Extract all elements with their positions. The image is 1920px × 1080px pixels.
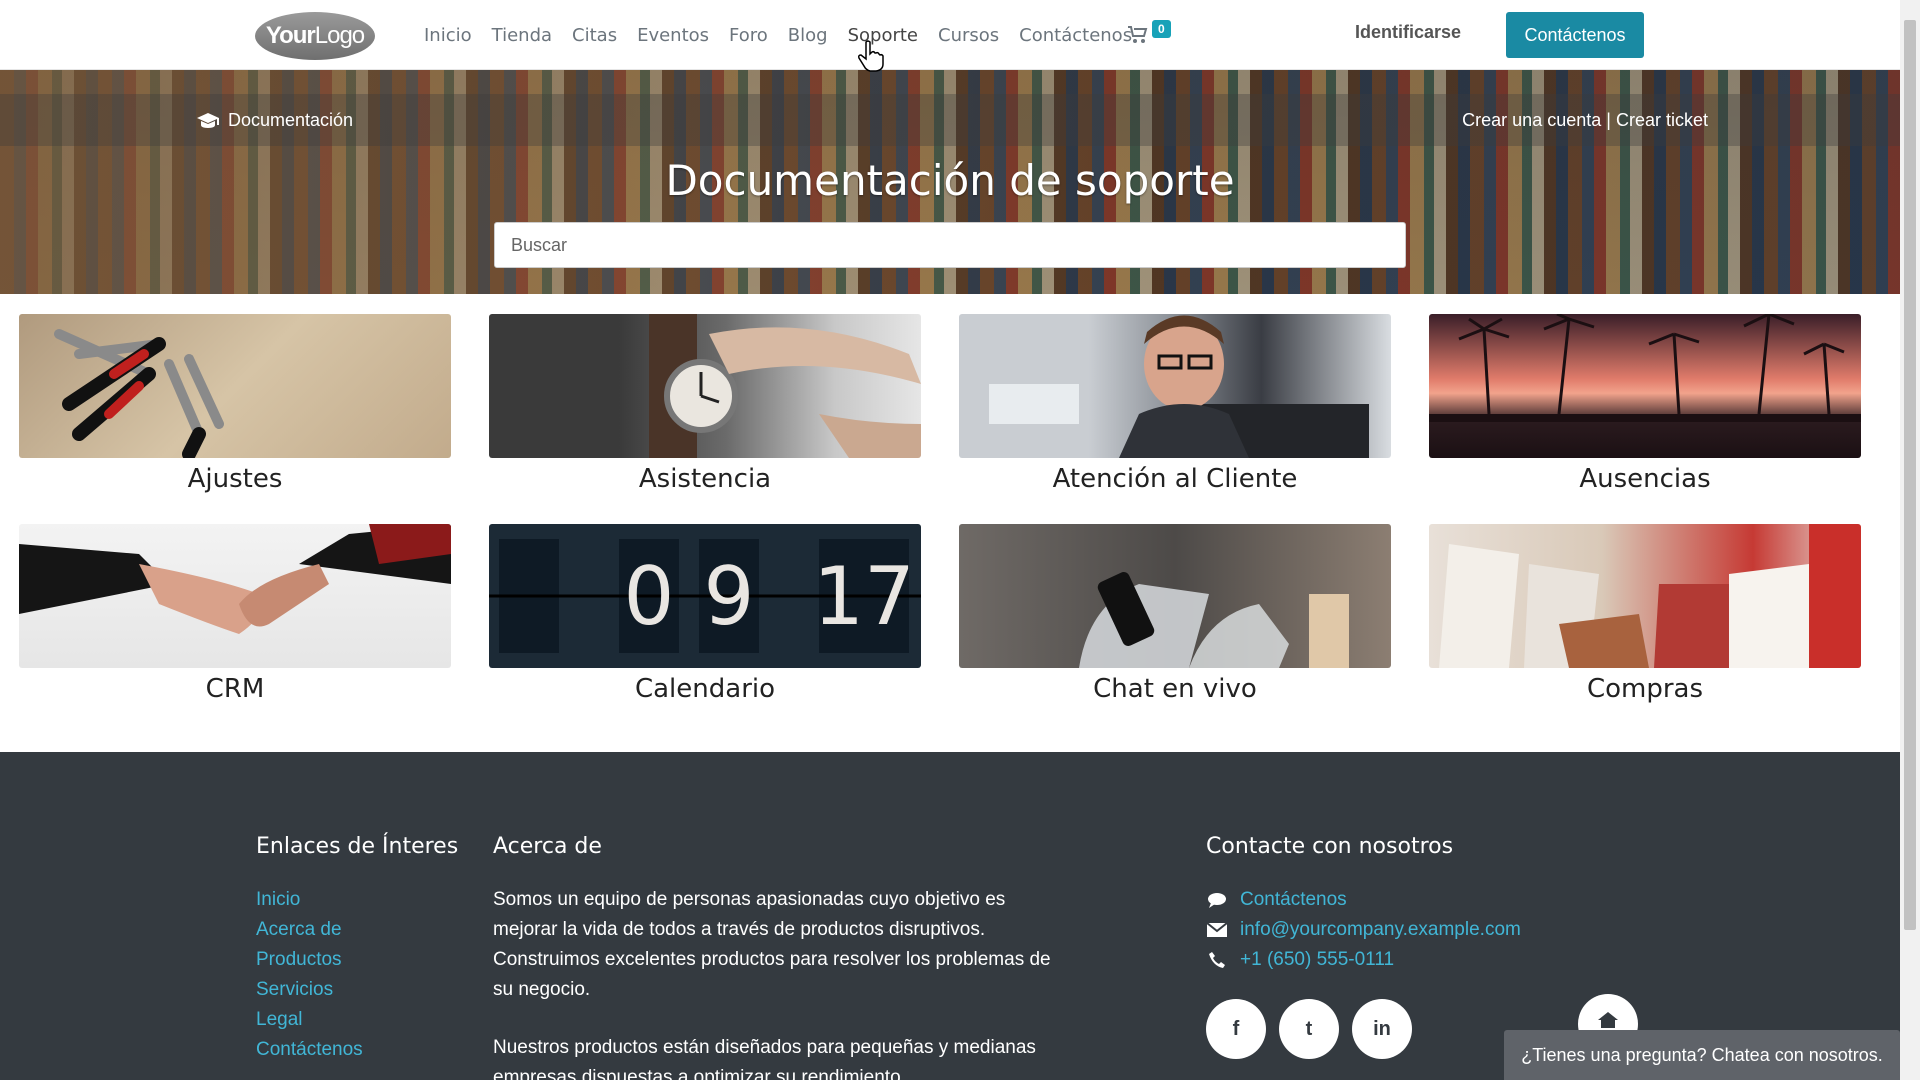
phone-icon: [1206, 952, 1228, 968]
footer-link-servicios[interactable]: Servicios: [256, 975, 458, 1005]
main-menu: Inicio Tienda Citas Eventos Foro Blog So…: [414, 0, 1142, 70]
category-card-ausencias[interactable]: Ausencias: [1429, 314, 1861, 494]
footer-links-title: Enlaces de Ínteres: [256, 834, 459, 859]
category-card-ajustes[interactable]: Ajustes: [19, 314, 451, 494]
category-card-compras[interactable]: Compras: [1429, 524, 1861, 704]
footer-link-contactenos[interactable]: Contáctenos: [256, 1035, 458, 1065]
nav-inicio[interactable]: Inicio: [414, 25, 482, 46]
category-card-chat[interactable]: Chat en vivo: [959, 524, 1391, 704]
linkedin-icon[interactable]: in: [1352, 999, 1412, 1059]
breadcrumb-label: Documentación: [228, 110, 354, 130]
page-title: Documentación de soporte: [665, 156, 1235, 205]
facebook-icon[interactable]: f: [1206, 999, 1266, 1059]
flip-clock-image: 0 9 17: [489, 524, 921, 668]
tools-image: [19, 314, 451, 458]
separator: |: [1606, 110, 1611, 130]
category-card-crm[interactable]: CRM: [19, 524, 451, 704]
handshake-image: [19, 524, 451, 668]
about-paragraph-1: Somos un equipo de personas apasionadas …: [493, 889, 1051, 1000]
twitter-icon[interactable]: t: [1279, 999, 1339, 1059]
category-card-atencion[interactable]: Atención al Cliente: [959, 314, 1391, 494]
page-scrollbar[interactable]: [1900, 0, 1920, 1080]
documentation-breadcrumb[interactable]: Documentación: [196, 110, 353, 131]
flip-digit-9: 9: [704, 550, 755, 643]
nav-blog[interactable]: Blog: [778, 25, 838, 46]
footer-link-acerca[interactable]: Acerca de: [256, 915, 458, 945]
category-label: Atención al Cliente: [1052, 464, 1298, 494]
graduation-cap-icon: [197, 112, 219, 128]
call-center-image: [959, 314, 1391, 458]
create-ticket-link[interactable]: Crear ticket: [1616, 110, 1708, 130]
category-label: CRM: [205, 674, 265, 704]
phone-hands-image: [959, 524, 1391, 668]
company-logo[interactable]: Your Logo: [255, 12, 375, 60]
email-item[interactable]: info@yourcompany.example.com: [1206, 915, 1626, 945]
category-label: Chat en vivo: [1093, 674, 1257, 704]
footer-link-inicio[interactable]: Inicio: [256, 885, 458, 915]
nav-tienda[interactable]: Tienda: [482, 25, 562, 46]
palm-beach-image: [1429, 314, 1861, 458]
shopping-cart-icon: [1128, 26, 1148, 43]
nav-contactenos[interactable]: Contáctenos: [1009, 25, 1142, 46]
cart-count-badge: 0: [1152, 20, 1171, 38]
search-input[interactable]: [494, 222, 1406, 268]
nav-eventos[interactable]: Eventos: [627, 25, 719, 46]
footer-link-productos[interactable]: Productos: [256, 945, 458, 975]
create-account-link[interactable]: Crear una cuenta: [1462, 110, 1601, 130]
category-label: Ajustes: [187, 464, 283, 494]
contact-button[interactable]: Contáctenos: [1506, 12, 1644, 58]
about-paragraph-2: Nuestros productos están diseñados para …: [493, 1037, 1036, 1080]
phone-item[interactable]: +1 (650) 555-0111: [1206, 945, 1626, 975]
footer-contact-column: Contacte con nosotros Contáctenos info@y…: [1206, 834, 1626, 1059]
envelope-icon: [1206, 923, 1228, 937]
signin-link[interactable]: Identificarse: [1355, 22, 1461, 43]
flip-digits-17: 17: [813, 550, 915, 643]
category-label: Asistencia: [638, 464, 772, 494]
hero-actions: Crear una cuenta | Crear ticket: [1462, 110, 1708, 131]
footer-links-column: Enlaces de Ínteres Inicio Acerca de Prod…: [256, 834, 458, 1065]
category-grid: Ajustes Asistencia Atención al Cliente A…: [19, 314, 1863, 704]
footer-about-column: Acerca de Somos un equipo de personas ap…: [493, 834, 1053, 1080]
nav-cursos[interactable]: Cursos: [928, 25, 1009, 46]
category-card-asistencia[interactable]: Asistencia: [489, 314, 921, 494]
footer-link-legal[interactable]: Legal: [256, 1005, 458, 1035]
category-label: Calendario: [634, 674, 776, 704]
category-label: Compras: [1586, 674, 1704, 704]
footer-contact-title: Contacte con nosotros: [1206, 834, 1454, 859]
nav-citas[interactable]: Citas: [562, 25, 627, 46]
category-label: Ausencias: [1579, 464, 1711, 494]
live-chat-button[interactable]: ¿Tienes una pregunta? Chatea con nosotro…: [1504, 1030, 1900, 1080]
top-navbar: Your Logo Inicio Tienda Citas Eventos For…: [0, 0, 1900, 70]
flip-digit-0: 0: [624, 550, 675, 643]
hand-cursor-icon: [858, 40, 884, 76]
cart-button[interactable]: 0: [1128, 20, 1172, 50]
hero-banner: Documentación Crear una cuenta | Crear t…: [0, 70, 1900, 294]
nav-foro[interactable]: Foro: [719, 25, 778, 46]
scrollbar-thumb[interactable]: [1904, 20, 1916, 930]
footer-about-title: Acerca de: [493, 834, 602, 859]
contact-link-item[interactable]: Contáctenos: [1206, 885, 1626, 915]
watch-image: [489, 314, 921, 458]
shopping-bags-image: [1429, 524, 1861, 668]
category-card-calendario[interactable]: 0 9 17 Calendario: [489, 524, 921, 704]
comment-icon: [1206, 892, 1228, 908]
